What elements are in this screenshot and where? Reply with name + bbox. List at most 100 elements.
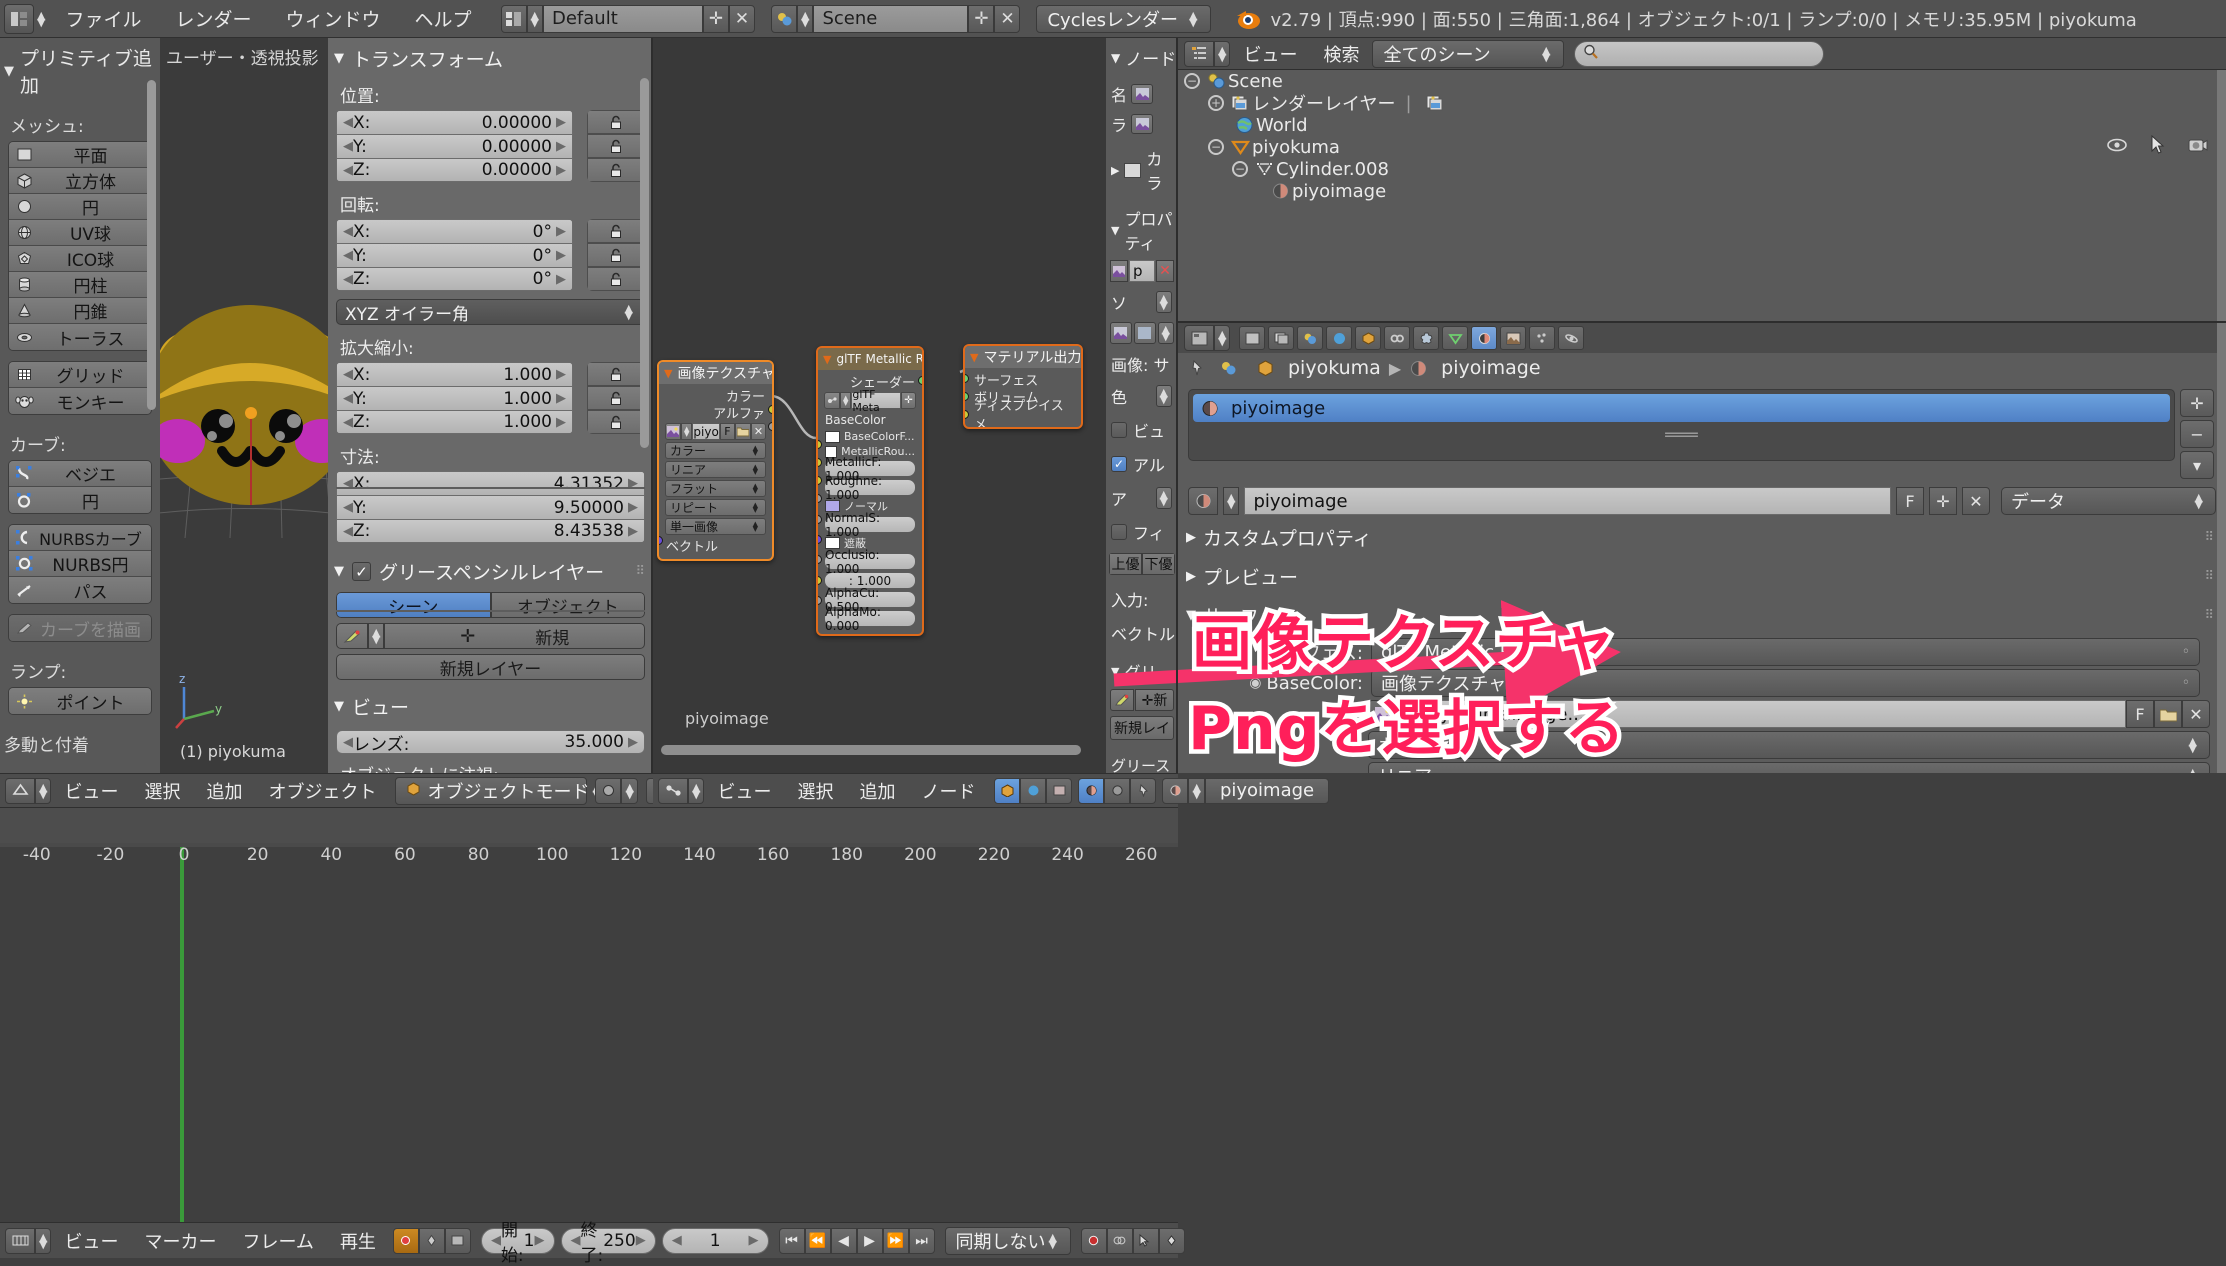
play-reverse-button[interactable]: ◀ <box>830 1227 857 1254</box>
node-row-basecolorfactor[interactable]: BaseColorF... <box>825 430 915 443</box>
viewport-shading-icon[interactable] <box>595 777 622 804</box>
unlink-material-button[interactable]: ✕ <box>1962 487 1990 515</box>
lock-location-x-button[interactable] <box>587 110 645 134</box>
render-engine-select[interactable]: Cyclesレンダー ▲ ▼ <box>1036 4 1212 33</box>
node-browse-icon[interactable] <box>1162 777 1189 804</box>
increment-arrow-icon[interactable]: ▶ <box>535 1233 545 1248</box>
node-source-select[interactable]: 単一画像 ▲ ▼ <box>665 518 766 535</box>
decrement-arrow-icon[interactable]: ◀ <box>343 139 353 154</box>
new-grease-pencil-button[interactable]: ✛ 新規 <box>384 623 645 649</box>
increment-arrow-icon[interactable]: ▶ <box>628 500 638 515</box>
node-add-menu[interactable]: 追加 <box>846 778 908 804</box>
node-datablock-name[interactable]: piyoimage <box>1204 777 1330 804</box>
decrement-arrow-icon[interactable]: ◀ <box>343 163 353 178</box>
editor-type-icon[interactable] <box>1184 325 1214 351</box>
viewport-view-menu[interactable]: ビュー <box>51 778 131 804</box>
menu-render[interactable]: レンダー <box>158 5 268 32</box>
matprops-scrollbar[interactable] <box>2217 323 2226 773</box>
outliner-row-piyoimage[interactable]: piyoimage <box>1178 180 2226 202</box>
decrement-arrow-icon[interactable]: ◀ <box>672 1233 682 1248</box>
add-cone-button[interactable]: 円錐 <box>9 298 151 324</box>
editor-type-updown[interactable]: ▲ ▼ <box>34 10 48 28</box>
location-x-field[interactable]: ◀ X: 0.00000 ▶ <box>336 110 573 134</box>
unlink-image-button[interactable]: ✕ <box>750 423 766 440</box>
draw-curve-button[interactable]: カーブを描画 <box>9 615 151 641</box>
lock-scale-y-button[interactable] <box>587 386 645 410</box>
node-color-space-select[interactable]: カラー ▲ ▼ <box>665 442 766 459</box>
timeline-view-menu[interactable]: ビュー <box>51 1228 131 1254</box>
increment-arrow-icon[interactable]: ▶ <box>556 163 566 178</box>
editor-type-icon[interactable] <box>5 1227 35 1254</box>
browse-scene-icon[interactable] <box>1220 360 1244 377</box>
color-mode-updown-icon[interactable]: ▲ ▼ <box>1155 385 1172 407</box>
increment-arrow-icon[interactable]: ▶ <box>636 1233 646 1248</box>
node-properties-section[interactable]: ▼ プロパティ <box>1106 194 1178 254</box>
node-new-layer-button[interactable]: 新規レイ <box>1110 716 1174 740</box>
node-material-output-header[interactable]: ▼ マテリアル出力 <box>965 346 1081 368</box>
breadcrumb-material[interactable]: piyoimage <box>1441 357 1540 379</box>
material-browse-updown[interactable]: ▲ ▼ <box>1223 487 1240 515</box>
editor-type-updown[interactable]: ▲ ▼ <box>688 777 705 804</box>
tab-scene[interactable] <box>1297 326 1324 350</box>
timeline-frame-menu[interactable]: フレーム <box>229 1228 326 1254</box>
outliner-row-world[interactable]: World <box>1178 114 2226 136</box>
fake-user-button[interactable]: F <box>2126 700 2154 728</box>
node-input-vector[interactable]: ベクトル <box>663 537 768 555</box>
add-nurbs-curve-button[interactable]: NURBSカーブ <box>9 525 151 551</box>
add-cube-button[interactable]: 立方体 <box>9 168 151 194</box>
outliner-row-renderlayer[interactable]: + レンダーレイヤー | <box>1178 92 2226 115</box>
source-updown-icon[interactable]: ▲ ▼ <box>1155 291 1172 313</box>
increment-arrow-icon[interactable]: ▶ <box>556 272 566 287</box>
collapse-toggle-icon[interactable]: − <box>1184 73 1200 89</box>
dimension-y-field[interactable]: ◀ Y: 9.50000 ▶ <box>336 495 645 519</box>
sync-mode-select[interactable]: 同期しない ▲ ▼ <box>944 1226 1071 1255</box>
add-uvsphere-button[interactable]: UV球 <box>9 220 151 246</box>
decrement-arrow-icon[interactable]: ◀ <box>343 115 353 130</box>
scale-z-field[interactable]: ◀ Z: 1.000 ▶ <box>336 410 573 434</box>
node-input-basecolor[interactable]: BaseColor <box>822 411 918 428</box>
lock-rotation-x-button[interactable] <box>587 219 645 243</box>
scene-name-field[interactable]: Scene <box>813 4 969 33</box>
add-cylinder-button[interactable]: 円柱 <box>9 272 151 298</box>
add-torus-button[interactable]: トーラス <box>9 324 151 350</box>
grease-pencil-section-header[interactable]: ▼ ✓ グリースペンシルレイヤー ⠿ <box>328 551 653 592</box>
jump-next-keyframe-button[interactable]: ⏩ <box>882 1227 909 1254</box>
shading-updown-icon[interactable]: ▲ ▼ <box>621 777 638 804</box>
add-curve-circle-button[interactable]: 円 <box>9 487 151 513</box>
material-name-field[interactable]: piyoimage <box>1244 487 1891 515</box>
priority-high-button[interactable]: 上優 <box>1109 553 1142 575</box>
node-sidebar-title-row[interactable]: ▼ ノード <box>1106 38 1178 76</box>
toolshelf-scrollbar[interactable] <box>147 80 156 410</box>
nodegroup-new-button[interactable]: ✛ <box>901 392 916 409</box>
node-image-field[interactable]: p <box>1129 260 1155 282</box>
delete-screen-layout-button[interactable]: ✕ <box>729 4 755 33</box>
node-projection-select[interactable]: フラット ▲ ▼ <box>665 480 766 497</box>
outliner-row-scene[interactable]: − Scene <box>1178 70 2226 92</box>
node-view-row[interactable]: ビュ <box>1106 408 1178 442</box>
collapse-toggle-icon[interactable]: − <box>1208 139 1224 155</box>
image-name-field[interactable]: piyo <box>692 423 720 440</box>
add-scene-button[interactable]: ✛ <box>968 4 995 33</box>
viewport-add-menu[interactable]: 追加 <box>193 778 255 804</box>
shader-type-linestyle-icon[interactable] <box>1046 777 1073 804</box>
node-image-row[interactable]: p ✕ <box>1110 260 1174 282</box>
increment-arrow-icon[interactable]: ▶ <box>556 415 566 430</box>
decrement-arrow-icon[interactable]: ◀ <box>343 224 353 239</box>
decrement-arrow-icon[interactable]: ◀ <box>343 272 353 287</box>
open-image-icon[interactable] <box>734 423 751 440</box>
grease-pencil-browse-icon[interactable] <box>336 623 368 649</box>
increment-arrow-icon[interactable]: ▶ <box>556 391 566 406</box>
delete-scene-button[interactable]: ✕ <box>994 4 1021 33</box>
renderlayer-copy-icon[interactable] <box>1424 94 1448 112</box>
tab-material[interactable] <box>1471 326 1498 350</box>
node-image-texture[interactable]: ▼ 画像テクスチャ カラー アルファ ▲ ▼ piyo F ✕ カラー ▲ ▼ リニア… <box>657 360 774 561</box>
timeline-playhead[interactable] <box>180 847 184 1227</box>
node-image-texture-header[interactable]: ▼ 画像テクスチャ <box>659 362 772 384</box>
menu-file[interactable]: ファイル <box>48 5 158 32</box>
collapse-toggle-icon[interactable]: − <box>1232 161 1248 177</box>
node-field-row[interactable]: フィ <box>1106 510 1178 544</box>
add-material-slot-button[interactable]: ✛ <box>2180 389 2214 417</box>
scene-updown[interactable]: ▲ ▼ <box>797 4 814 33</box>
color-swatch[interactable] <box>1124 162 1142 178</box>
pin-node-icon[interactable] <box>1130 777 1157 804</box>
